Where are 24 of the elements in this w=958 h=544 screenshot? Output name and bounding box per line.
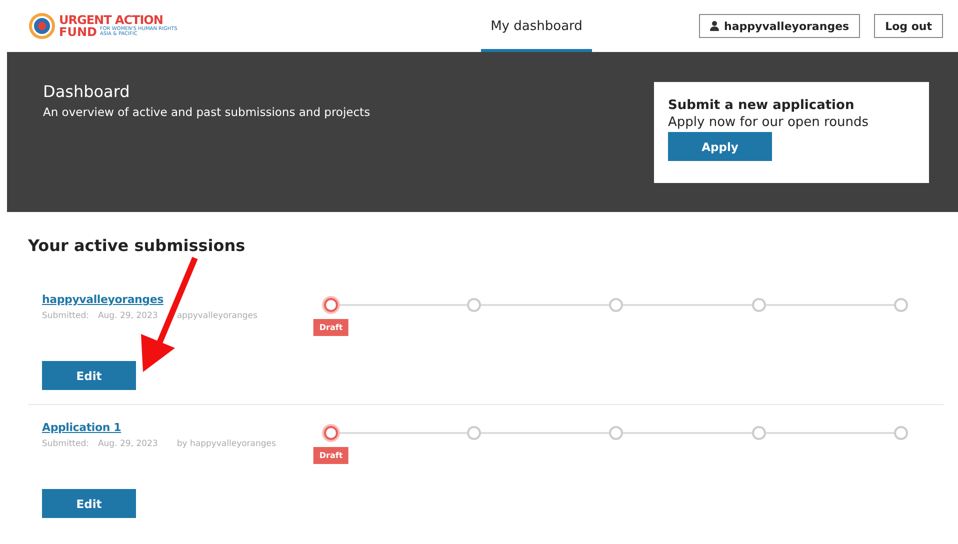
logo-icon: [28, 12, 56, 40]
submitted-date: Aug. 29, 2023: [98, 311, 158, 321]
edit-button[interactable]: Edit: [42, 489, 136, 518]
page-title: Dashboard: [43, 82, 131, 101]
card-title: Submit a new application: [668, 98, 856, 113]
status-badge: Draft: [313, 319, 349, 336]
user-button[interactable]: happyvalleyoranges: [699, 14, 860, 38]
logout-button[interactable]: Log out: [874, 14, 943, 38]
submission-link[interactable]: happyvalleyoranges: [42, 293, 164, 306]
logo-text: URGENT ACTION: [59, 14, 163, 26]
card-text: Apply now for our open rounds: [668, 115, 870, 130]
status-badge: Draft: [313, 447, 349, 464]
edit-button[interactable]: Edit: [42, 361, 136, 390]
submitted-date: Aug. 29, 2023: [98, 439, 158, 449]
submission-link[interactable]: Application 1: [42, 421, 122, 434]
submitted-label: Submitted:: [42, 439, 89, 449]
page-subtitle: An overview of active and past submissions and projects: [43, 105, 370, 119]
user-icon: [710, 21, 720, 31]
logo-text: FUND: [59, 26, 97, 38]
apply-button[interactable]: Apply: [668, 132, 772, 161]
submitted-label: Submitted:: [42, 311, 89, 321]
submitted-by: appyvalleyoranges: [176, 311, 258, 321]
submitted-by: by happyvalleyoranges: [176, 439, 276, 449]
section-title: Your active submissions: [28, 236, 246, 255]
